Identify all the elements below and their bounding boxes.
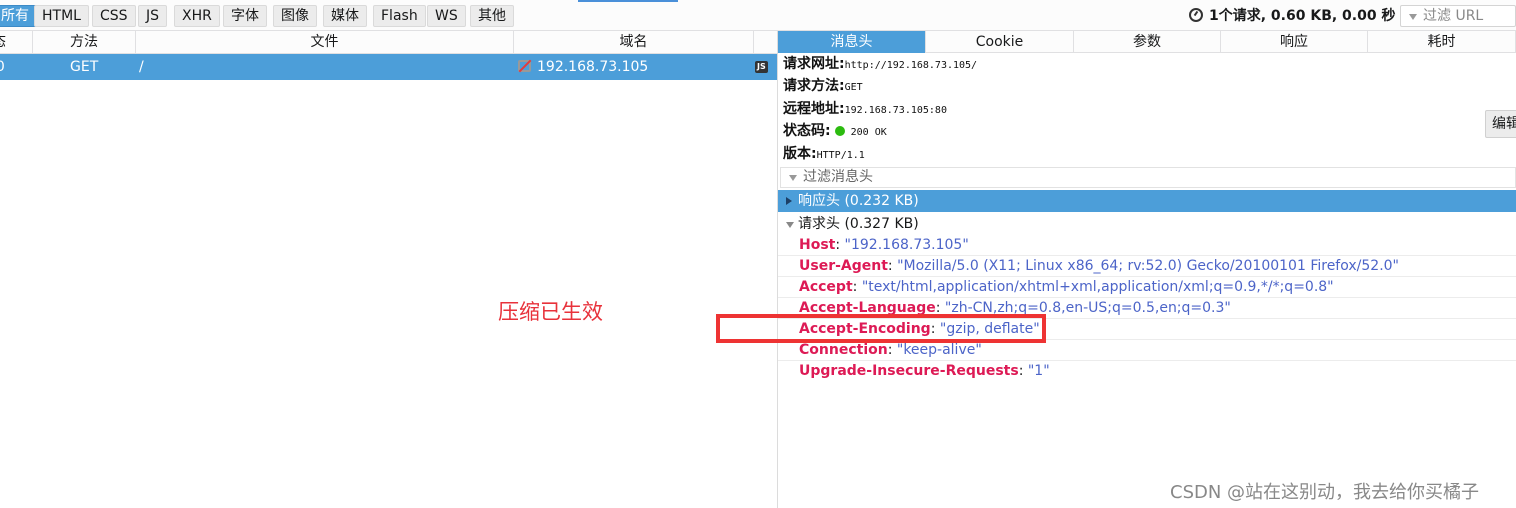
collapse-arrow-icon[interactable]	[786, 222, 794, 228]
request-method-value: GET	[844, 82, 863, 93]
tab-timings[interactable]: 耗时	[1368, 31, 1516, 53]
watermark: CSDN @站在这别动，我去给你买橘子	[1170, 482, 1480, 503]
header-row-accept[interactable]: Accept: "text/html,application/xhtml+xml…	[778, 277, 1516, 298]
request-headers-section[interactable]: 请求头 (0.327 KB)	[778, 213, 1516, 235]
header-filter-input[interactable]: 过滤消息头	[780, 167, 1516, 188]
status-code-row: 状态码: 200 OK	[783, 121, 887, 141]
details-tabs: 消息头 Cookie 参数 响应 耗时	[778, 31, 1516, 53]
row-domain: 192.168.73.105	[518, 54, 648, 80]
column-status[interactable]: 状态	[0, 31, 33, 53]
filter-xhr-button[interactable]: XHR	[174, 5, 220, 27]
row-method: GET	[70, 59, 99, 75]
header-name: Connection	[799, 342, 888, 358]
response-headers-title: 响应头 (0.232 KB)	[798, 193, 919, 209]
js-type-icon: JS	[755, 61, 768, 73]
row-file: /	[139, 59, 144, 75]
filter-css-button[interactable]: CSS	[92, 5, 136, 27]
filter-all-button[interactable]: 所有	[0, 5, 37, 27]
annotation-highlight-box	[716, 314, 1046, 343]
header-value: "text/html,application/xhtml+xml,applica…	[861, 279, 1334, 295]
request-list-header: 状态 方法 文件 域名	[0, 31, 777, 54]
header-row-user-agent[interactable]: User-Agent: "Mozilla/5.0 (X11; Linux x86…	[778, 256, 1516, 277]
network-toolbar: 所有 HTML CSS JS XHR 字体 图像 媒体 Flash WS 其他 …	[0, 0, 1516, 31]
status-code-value: 200 OK	[850, 127, 887, 138]
column-method[interactable]: 方法	[33, 31, 136, 53]
insecure-connection-icon	[518, 60, 531, 72]
expand-arrow-icon[interactable]	[786, 197, 792, 205]
header-row-host[interactable]: Host: "192.168.73.105"	[778, 235, 1516, 256]
header-name: Accept	[799, 279, 853, 295]
tab-headers[interactable]: 消息头	[778, 31, 926, 53]
filter-other-button[interactable]: 其他	[470, 5, 514, 27]
filter-js-button[interactable]: JS	[138, 5, 168, 27]
status-ok-icon	[834, 126, 845, 136]
request-method-row: 请求方法:GET	[783, 76, 863, 96]
row-domain-text: 192.168.73.105	[537, 59, 649, 75]
request-row[interactable]: 200 GET / 192.168.73.105 JS	[0, 54, 777, 80]
request-headers-title: 请求头 (0.327 KB)	[798, 216, 919, 232]
version-label: 版本:	[783, 146, 817, 162]
request-url-value: http://192.168.73.105/	[844, 60, 978, 71]
toolbar-accent-line	[578, 0, 678, 2]
tab-params[interactable]: 参数	[1074, 31, 1221, 53]
tab-response[interactable]: 响应	[1221, 31, 1368, 53]
version-value: HTTP/1.1	[816, 150, 865, 161]
header-row-connection[interactable]: Connection: "keep-alive"	[778, 340, 1516, 361]
remote-address-label: 远程地址:	[783, 101, 845, 117]
request-summary: 1个请求, 0.60 KB, 0.00 秒	[1189, 6, 1395, 26]
filter-html-button[interactable]: HTML	[34, 5, 89, 27]
url-filter-input[interactable]: 过滤 URL	[1400, 5, 1516, 27]
response-headers-section[interactable]: 响应头 (0.232 KB)	[778, 190, 1516, 212]
performance-gauge-icon[interactable]	[1189, 8, 1203, 22]
column-file[interactable]: 文件	[136, 31, 514, 53]
funnel-icon	[1409, 14, 1417, 20]
funnel-icon	[789, 175, 797, 181]
filter-ws-button[interactable]: WS	[427, 5, 466, 27]
status-code-label: 状态码:	[783, 123, 831, 139]
version-row: 版本:HTTP/1.1	[783, 144, 865, 164]
header-name: User-Agent	[799, 258, 888, 274]
filter-fonts-button[interactable]: 字体	[223, 5, 267, 27]
request-url-label: 请求网址:	[783, 56, 845, 72]
header-row-upgrade-insecure-requests[interactable]: Upgrade-Insecure-Requests: "1"	[778, 361, 1516, 382]
filter-flash-button[interactable]: Flash	[373, 5, 426, 27]
header-value: "Mozilla/5.0 (X11; Linux x86_64; rv:52.0…	[897, 258, 1399, 274]
remote-address-value: 192.168.73.105:80	[844, 105, 947, 116]
filter-media-button[interactable]: 媒体	[323, 5, 367, 27]
url-filter-placeholder: 过滤 URL	[1423, 8, 1484, 24]
request-url-row: 请求网址:http://192.168.73.105/	[783, 54, 977, 74]
header-name: Upgrade-Insecure-Requests	[799, 363, 1019, 379]
edit-resend-button[interactable]: 编辑	[1485, 110, 1516, 138]
filter-images-button[interactable]: 图像	[273, 5, 317, 27]
annotation-text: 压缩已生效	[498, 300, 603, 324]
header-filter-placeholder: 过滤消息头	[803, 169, 873, 185]
header-value: "1"	[1027, 363, 1050, 379]
devtools-network-panel: 所有 HTML CSS JS XHR 字体 图像 媒体 Flash WS 其他 …	[0, 0, 1516, 508]
tab-cookies[interactable]: Cookie	[926, 31, 1074, 53]
header-name: Host	[799, 237, 836, 253]
remote-address-row: 远程地址:192.168.73.105:80	[783, 99, 947, 119]
row-status: 200	[0, 59, 5, 75]
column-domain[interactable]: 域名	[514, 31, 754, 53]
header-value: "keep-alive"	[896, 342, 982, 358]
summary-text: 1个请求, 0.60 KB, 0.00 秒	[1209, 8, 1396, 24]
request-method-label: 请求方法:	[783, 78, 845, 94]
header-value: "192.168.73.105"	[844, 237, 969, 253]
